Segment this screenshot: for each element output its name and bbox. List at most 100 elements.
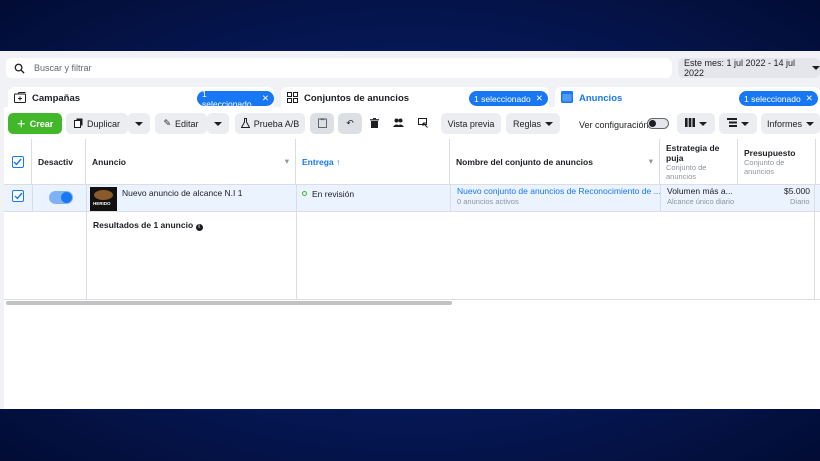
search-input[interactable] — [34, 63, 634, 73]
column-header-budget-sub: Conjunto de anuncios — [744, 157, 785, 176]
preview-label: Vista previa — [447, 118, 495, 129]
edit-dropdown[interactable] — [207, 113, 229, 134]
ad-name[interactable]: Nuevo anuncio de alcance N.I 1 — [122, 188, 243, 198]
delete-button[interactable] — [363, 113, 385, 134]
pencil-icon: ✎ — [163, 118, 172, 128]
edit-label: Editar — [175, 118, 199, 129]
preview-icon-button[interactable] — [412, 113, 434, 134]
tab-ads[interactable]: Anuncios 1 seleccionado ✕ — [555, 87, 820, 109]
column-divider — [86, 185, 87, 299]
close-icon[interactable]: ✕ — [806, 93, 813, 104]
column-header-bid-strategy-sub: Conjunto de anuncios — [666, 162, 707, 181]
adset-link[interactable]: Nuevo conjunto de anuncios de Reconocimi… — [457, 186, 661, 196]
column-header-overflow — [816, 139, 820, 185]
column-header-budget-label: Presupuesto — [744, 147, 796, 158]
close-icon[interactable]: ✕ — [262, 93, 269, 104]
preview-button[interactable]: Vista previa — [441, 113, 501, 134]
chevron-down-icon — [806, 119, 814, 129]
results-label: Resultados de 1 anuncio — [93, 220, 194, 230]
ads-selected-pill[interactable]: 1 seleccionado ✕ — [739, 91, 818, 106]
ad-square-icon — [561, 91, 573, 105]
edit-button[interactable]: ✎ Editar — [155, 113, 207, 134]
thumbnail-figure — [94, 190, 113, 200]
select-all-header — [4, 139, 32, 185]
reports-button[interactable]: Informes — [761, 113, 820, 134]
rules-button[interactable]: Reglas — [506, 113, 560, 134]
search-box[interactable] — [6, 58, 672, 78]
budget-period: Diario — [790, 197, 810, 206]
adset-active-count: 0 anuncios activos — [457, 197, 519, 206]
column-header-deactivate[interactable]: Desactiv — [32, 139, 86, 185]
tab-ads-label: Anuncios — [579, 92, 623, 104]
ad-thumbnail[interactable]: HERIDO — [90, 187, 117, 211]
duplicate-label: Duplicar — [86, 118, 120, 129]
campaigns-selected-label: 1 seleccionado — [202, 88, 252, 109]
columns-button[interactable] — [677, 113, 715, 134]
flask-icon — [240, 117, 251, 130]
search-icon — [12, 61, 26, 75]
search-row: Este mes: 1 jul 2022 - 14 jul 2022 — [4, 51, 820, 85]
sort-caret-icon: ▾ — [284, 156, 289, 166]
adsets-selected-label: 1 seleccionado — [474, 93, 531, 104]
ab-test-label: Prueba A/B — [253, 118, 300, 129]
column-header-budget[interactable]: Presupuesto Conjunto de anuncios — [738, 139, 816, 185]
date-range-selector[interactable]: Este mes: 1 jul 2022 - 14 jul 2022 — [678, 58, 820, 78]
tab-campaigns[interactable]: Campañas 1 seleccionado ✕ — [8, 87, 274, 109]
chevron-down-icon — [135, 119, 143, 129]
horizontal-scrollbar[interactable] — [6, 301, 452, 305]
undo-icon: ↶ — [346, 118, 354, 128]
tab-campaigns-label: Campañas — [32, 92, 81, 104]
audience-button[interactable] — [387, 113, 409, 134]
row-checkbox[interactable] — [12, 190, 24, 202]
clipboard-button[interactable] — [310, 113, 334, 134]
column-divider — [450, 185, 451, 212]
campaign-folder-icon — [14, 91, 26, 105]
ads-manager-panel: Este mes: 1 jul 2022 - 14 jul 2022 Campa… — [4, 51, 820, 409]
breakdown-button[interactable] — [719, 113, 757, 134]
column-header-ad[interactable]: Anuncio ▾ — [86, 139, 296, 185]
column-header-adset-name-label: Nombre del conjunto de anuncios — [456, 156, 593, 167]
close-icon[interactable]: ✕ — [536, 93, 543, 104]
column-header-delivery-label: Entrega ↑ — [302, 156, 341, 167]
duplicate-button[interactable]: Duplicar — [66, 113, 128, 134]
bid-strategy-sub: Alcance único diario — [667, 197, 735, 206]
column-header-bid-strategy[interactable]: Estrategia de puja Conjunto de anuncios — [660, 139, 738, 185]
column-divider — [32, 185, 33, 212]
delivery-status-dot — [302, 191, 307, 196]
campaigns-selected-pill[interactable]: 1 seleccionado ✕ — [197, 88, 274, 109]
bid-strategy-value: Volumen más a... — [667, 186, 733, 196]
chevron-down-icon — [545, 119, 553, 129]
column-divider — [660, 185, 661, 212]
chevron-down-icon — [741, 119, 749, 129]
adsets-selected-pill[interactable]: 1 seleccionado ✕ — [469, 91, 548, 106]
view-setup-toggle[interactable] — [647, 118, 669, 129]
undo-button[interactable]: ↶ — [338, 113, 362, 134]
create-label: Crear — [29, 118, 54, 129]
info-icon[interactable]: i — [195, 224, 203, 231]
clipboard-icon — [317, 117, 327, 130]
column-header-bid-strategy-label: Estrategia de puja — [666, 142, 720, 163]
thumbnail-text: HERIDO — [93, 201, 111, 206]
trash-icon — [369, 117, 379, 130]
column-divider — [296, 185, 297, 299]
create-button[interactable]: ＋ Crear — [8, 113, 62, 134]
ab-test-button[interactable]: Prueba A/B — [235, 113, 305, 134]
delivery-status: En revisión — [312, 189, 355, 199]
tab-adsets-label: Conjuntos de anuncios — [304, 92, 410, 104]
duplicate-dropdown[interactable] — [128, 113, 150, 134]
pointer-icon — [418, 117, 428, 130]
duplicate-icon — [73, 118, 83, 130]
select-all-checkbox[interactable] — [11, 155, 24, 168]
ad-on-off-toggle[interactable] — [49, 191, 73, 204]
ads-selected-label: 1 seleccionado — [744, 93, 801, 104]
budget-value: $5.000 — [784, 186, 810, 196]
view-setup-label: Ver configuración — [579, 120, 649, 130]
chevron-down-icon — [812, 63, 820, 73]
breakdown-icon — [727, 118, 737, 129]
column-header-delivery[interactable]: Entrega ↑ — [296, 139, 450, 185]
date-range-label: Este mes: 1 jul 2022 - 14 jul 2022 — [684, 58, 796, 78]
column-header-adset-name[interactable]: Nombre del conjunto de anuncios ▾ — [450, 139, 660, 185]
toggle-knob — [61, 192, 72, 203]
tab-adsets[interactable]: Conjuntos de anuncios 1 seleccionado ✕ — [281, 87, 549, 109]
column-header-ad-label: Anuncio — [92, 156, 126, 167]
